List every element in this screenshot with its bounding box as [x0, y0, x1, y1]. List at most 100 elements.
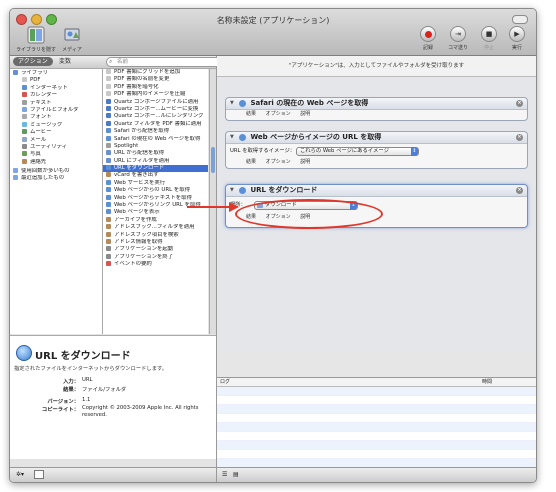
column-view-icon[interactable]: ▤: [233, 471, 239, 478]
action-list-item[interactable]: イベントの要約: [103, 261, 208, 268]
action-list-item[interactable]: URL をダウンロード: [103, 165, 208, 173]
action-list-item-label: Safari の現在の Web ページを取得: [114, 135, 201, 142]
library-toggle-button[interactable]: ライブラリを隠す: [16, 26, 56, 53]
action-list-item-label: アーカイブを作成: [114, 216, 157, 223]
record-button[interactable]: 記録: [415, 26, 441, 51]
action-list-item[interactable]: アプリケーションを終了: [103, 253, 208, 261]
tab-variables[interactable]: 変数: [54, 57, 76, 66]
action-icon: [106, 98, 111, 104]
action-list-item[interactable]: アドレス情報を取得: [103, 238, 208, 246]
close-icon[interactable]: ×: [516, 134, 523, 141]
library-item-label: ライブラリ: [21, 70, 48, 76]
action-header[interactable]: ▼ Web ページからイメージの URL を取得 ×: [226, 132, 527, 144]
log-row: [217, 396, 536, 405]
disclosure-icon[interactable]: ▼: [230, 132, 234, 143]
log-row: [217, 441, 536, 450]
disclosure-icon[interactable]: ▼: [230, 98, 234, 109]
search-input[interactable]: 名前: [106, 57, 222, 67]
folder-icon: [13, 168, 18, 174]
results-toggle[interactable]: 結果: [246, 111, 256, 117]
library-item[interactable]: 最近追加したもの: [10, 175, 102, 182]
library-item[interactable]: PDF: [10, 77, 102, 84]
library-item[interactable]: ユーティリティ: [10, 143, 102, 151]
step-button[interactable]: ⇥ コマ送り: [442, 26, 474, 51]
action-list-item[interactable]: アーカイブを作成: [103, 216, 208, 224]
library-item[interactable]: ライブラリ: [10, 70, 102, 77]
library-item-label: ミュージック: [30, 121, 63, 128]
action-list-item[interactable]: アドレスブック項目を検索: [103, 231, 208, 239]
workflow-action-1[interactable]: ▼ Safari の現在の Web ページを取得 × 結果 オプション 説明: [225, 97, 528, 121]
action-list-item[interactable]: PDF 書類の名前を変更: [103, 76, 208, 83]
action-list-item[interactable]: Quartz コンポー...ムービーに変換: [103, 105, 208, 113]
library-item[interactable]: ファイルとフォルダ: [10, 106, 102, 114]
scroll-thumb[interactable]: [211, 147, 215, 173]
action-list-item[interactable]: URL にフィルタを適用: [103, 157, 208, 165]
library-item[interactable]: フォント: [10, 114, 102, 121]
run-label: 実行: [511, 45, 522, 51]
action-icon: [106, 246, 111, 252]
library-item[interactable]: 写真: [10, 151, 102, 158]
options-toggle[interactable]: オプション: [266, 111, 291, 117]
action-list-item[interactable]: アドレスブック...フィルタを適用: [103, 224, 208, 231]
result-value: ファイル/フォルダ: [82, 387, 127, 393]
log-column-header[interactable]: ログ: [220, 379, 230, 385]
log-row: [217, 405, 536, 414]
close-icon[interactable]: ×: [516, 100, 523, 107]
input-label: 入力：: [63, 379, 79, 385]
options-toggle[interactable]: オプション: [266, 159, 291, 165]
run-button[interactable]: ▶ 実行: [504, 26, 530, 51]
action-list-item[interactable]: Safari から配信を取得: [103, 128, 208, 135]
library-item[interactable]: ミュージック: [10, 121, 102, 129]
action-list-item[interactable]: アプリケーションを起動: [103, 246, 208, 253]
library-item[interactable]: テキスト: [10, 99, 102, 107]
library-item[interactable]: メール: [10, 136, 102, 144]
library-item[interactable]: 連絡先: [10, 158, 102, 166]
log-table: ログ 時間: [217, 377, 536, 477]
action-list-item-label: イベントの要約: [114, 261, 152, 268]
library-item[interactable]: 使用回数が多いもの: [10, 168, 102, 175]
action-list-item[interactable]: PDF 書類内のイメージを圧縮: [103, 91, 208, 98]
library-item[interactable]: カレンダー: [10, 92, 102, 99]
description-toggle-icon[interactable]: [34, 470, 44, 479]
image-source-value: これらの Web ページにあるイメージ: [300, 148, 389, 154]
library-item[interactable]: インターネット: [10, 84, 102, 92]
action-icon: [106, 216, 111, 222]
action-list-item[interactable]: URL から配信を取得: [103, 150, 208, 157]
toolbar-toggle-button[interactable]: [512, 15, 528, 24]
workflow-action-2[interactable]: ▼ Web ページからイメージの URL を取得 × URL を取得するイメージ…: [225, 131, 528, 169]
results-toggle[interactable]: 結果: [246, 159, 256, 165]
stop-button[interactable]: ■ 停止: [476, 26, 502, 51]
time-column-header[interactable]: 時間: [482, 378, 492, 386]
action-list-item[interactable]: PDF 書類にグリッドを追加: [103, 69, 208, 76]
action-list-item[interactable]: Quartz コンポー...ルにレンダリング: [103, 113, 208, 120]
library-item[interactable]: ムービー: [10, 129, 102, 136]
action-list-item-label: Quartz コンポージファイルに適用: [114, 98, 199, 105]
media-icon: [63, 26, 81, 44]
description-toggle[interactable]: 説明: [300, 111, 310, 117]
title-toolbar: 名称未設定 (アプリケーション) ライブラリを隠す メディア 記録 ⇥ コマ送り…: [10, 9, 536, 56]
action-description: URL をダウンロード 指定されたファイルをインターネットからダウンロードします…: [10, 335, 216, 459]
action-list-item[interactable]: Safari の現在の Web ページを取得: [103, 135, 208, 143]
action-list-item[interactable]: PDF 書類を暗号化: [103, 83, 208, 91]
tab-actions[interactable]: アクション: [13, 57, 53, 66]
description-toggle[interactable]: 説明: [300, 159, 310, 165]
action-header[interactable]: ▼ Safari の現在の Web ページを取得 ×: [226, 98, 527, 110]
record-icon: [420, 26, 436, 42]
window-title: 名称未設定 (アプリケーション): [216, 16, 330, 25]
action-list-item[interactable]: Spotlight: [103, 142, 208, 150]
action-header[interactable]: ▼ URL をダウンロード ×: [226, 185, 527, 197]
close-icon[interactable]: ×: [516, 187, 523, 194]
action-list-item[interactable]: Quartz コンポージファイルに適用: [103, 98, 208, 106]
list-view-icon[interactable]: ☰: [222, 471, 227, 478]
action-icon: [106, 165, 111, 171]
image-source-popup[interactable]: これらの Web ページにあるイメージ ⇕: [296, 147, 419, 156]
gear-icon[interactable]: ✲▾: [16, 471, 24, 478]
action-list-item[interactable]: vCard を書き出す: [103, 172, 208, 179]
action-list-item-label: アドレスブック項目を検索: [114, 231, 179, 238]
media-button[interactable]: メディア: [58, 26, 86, 53]
action-icon: [106, 202, 111, 208]
action-list-item-label: Quartz コンポー...ルにレンダリング: [114, 113, 204, 120]
text-icon: [22, 99, 27, 105]
action-list-item[interactable]: Quartz フィルタを PDF 書類に適用: [103, 120, 208, 128]
action-icon: [106, 224, 111, 230]
